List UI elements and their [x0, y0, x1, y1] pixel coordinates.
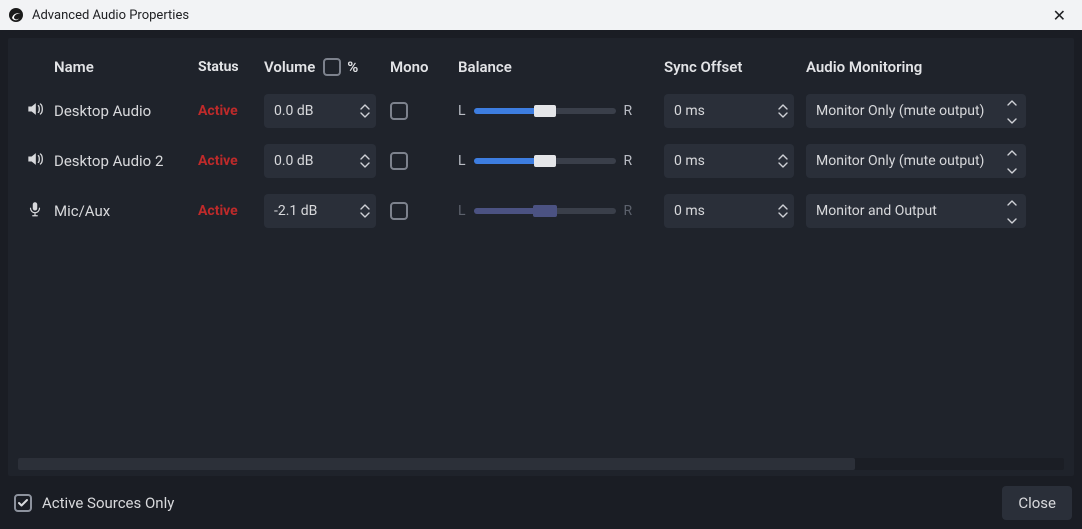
- col-header-mono: Mono: [384, 58, 458, 76]
- audio-source-row: Desktop Audio 2 Active 0.0 dB L R 0 ms M: [18, 136, 1064, 186]
- balance-right-label: R: [624, 203, 633, 219]
- balance-left-label: L: [458, 203, 466, 219]
- balance-right-label: R: [624, 103, 633, 119]
- chevron-down-icon[interactable]: [778, 162, 788, 168]
- chevron-up-icon[interactable]: [360, 204, 370, 210]
- col-header-volume: Volume %: [264, 58, 384, 76]
- col-header-balance: Balance: [458, 58, 664, 76]
- app-logo-icon: [8, 7, 24, 23]
- audio-monitoring-value: Monitor Only (mute output): [816, 103, 1004, 119]
- volume-header-label: Volume: [264, 58, 315, 76]
- col-header-name: Name: [52, 58, 198, 76]
- close-button[interactable]: Close: [1002, 486, 1072, 520]
- active-sources-only-checkbox[interactable]: [14, 494, 32, 512]
- chevron-up-icon: [1007, 144, 1017, 160]
- dialog-footer: Active Sources Only Close: [0, 480, 1082, 526]
- microphone-icon: [26, 200, 44, 222]
- chevron-up-icon[interactable]: [360, 104, 370, 110]
- audio-monitoring-select[interactable]: Monitor and Output: [806, 194, 1026, 228]
- window-title: Advanced Audio Properties: [32, 8, 1047, 23]
- grid-header-row: Name Status Volume % Mono Balance Sync O…: [18, 48, 1064, 86]
- chevron-down-icon: [1007, 112, 1017, 128]
- window-close-button[interactable]: ✕: [1047, 4, 1072, 27]
- audio-monitoring-value: Monitor and Output: [816, 203, 1004, 219]
- sync-offset-value: 0 ms: [664, 203, 772, 219]
- speaker-icon: [25, 99, 45, 123]
- sync-offset-value: 0 ms: [664, 153, 772, 169]
- balance-slider[interactable]: L R: [458, 153, 664, 169]
- source-name: Desktop Audio: [52, 102, 198, 120]
- sync-offset-value: 0 ms: [664, 103, 772, 119]
- audio-monitoring-select[interactable]: Monitor Only (mute output): [806, 94, 1026, 128]
- col-header-status: Status: [198, 59, 264, 75]
- horizontal-scrollbar[interactable]: [18, 458, 1064, 470]
- chevron-down-icon[interactable]: [778, 212, 788, 218]
- sync-offset-spinbox[interactable]: 0 ms: [664, 94, 794, 128]
- chevron-down-icon[interactable]: [360, 112, 370, 118]
- mono-checkbox[interactable]: [390, 152, 408, 170]
- mono-checkbox[interactable]: [390, 202, 408, 220]
- audio-source-row: Desktop Audio Active 0.0 dB L R 0 ms Mon: [18, 86, 1064, 136]
- balance-right-label: R: [624, 153, 633, 169]
- sync-offset-spinbox[interactable]: 0 ms: [664, 194, 794, 228]
- chevron-down-icon: [1007, 212, 1017, 228]
- active-sources-only-label: Active Sources Only: [42, 494, 174, 512]
- speaker-icon: [25, 149, 45, 173]
- balance-slider[interactable]: L R: [458, 203, 664, 219]
- audio-source-row: Mic/Aux Active -2.1 dB L R 0 ms Monitor: [18, 186, 1064, 236]
- volume-spinbox[interactable]: -2.1 dB: [264, 194, 376, 228]
- volume-percent-label: %: [347, 58, 358, 76]
- titlebar: Advanced Audio Properties ✕: [0, 0, 1082, 30]
- balance-left-label: L: [458, 153, 466, 169]
- audio-monitoring-value: Monitor Only (mute output): [816, 153, 1004, 169]
- volume-value: 0.0 dB: [264, 103, 354, 119]
- chevron-up-icon[interactable]: [360, 154, 370, 160]
- balance-slider[interactable]: L R: [458, 103, 664, 119]
- source-name: Mic/Aux: [52, 202, 198, 220]
- chevron-up-icon[interactable]: [778, 104, 788, 110]
- mono-checkbox[interactable]: [390, 102, 408, 120]
- chevron-up-icon: [1007, 194, 1017, 210]
- sync-offset-spinbox[interactable]: 0 ms: [664, 144, 794, 178]
- col-header-sync: Sync Offset: [664, 58, 806, 76]
- source-status: Active: [198, 203, 264, 219]
- volume-value: 0.0 dB: [264, 153, 354, 169]
- chevron-down-icon: [1007, 162, 1017, 178]
- audio-monitoring-select[interactable]: Monitor Only (mute output): [806, 144, 1026, 178]
- chevron-down-icon[interactable]: [778, 112, 788, 118]
- audio-properties-panel: Name Status Volume % Mono Balance Sync O…: [8, 38, 1074, 476]
- chevron-up-icon[interactable]: [778, 204, 788, 210]
- source-name: Desktop Audio 2: [52, 152, 198, 170]
- chevron-down-icon[interactable]: [360, 212, 370, 218]
- volume-percent-checkbox[interactable]: [323, 58, 341, 76]
- volume-spinbox[interactable]: 0.0 dB: [264, 94, 376, 128]
- balance-left-label: L: [458, 103, 466, 119]
- chevron-up-icon[interactable]: [778, 154, 788, 160]
- audio-grid: Name Status Volume % Mono Balance Sync O…: [18, 48, 1064, 454]
- source-status: Active: [198, 103, 264, 119]
- source-status: Active: [198, 153, 264, 169]
- col-header-monitoring: Audio Monitoring: [806, 58, 1036, 76]
- chevron-down-icon[interactable]: [360, 162, 370, 168]
- chevron-up-icon: [1007, 94, 1017, 110]
- volume-spinbox[interactable]: 0.0 dB: [264, 144, 376, 178]
- volume-value: -2.1 dB: [264, 203, 354, 219]
